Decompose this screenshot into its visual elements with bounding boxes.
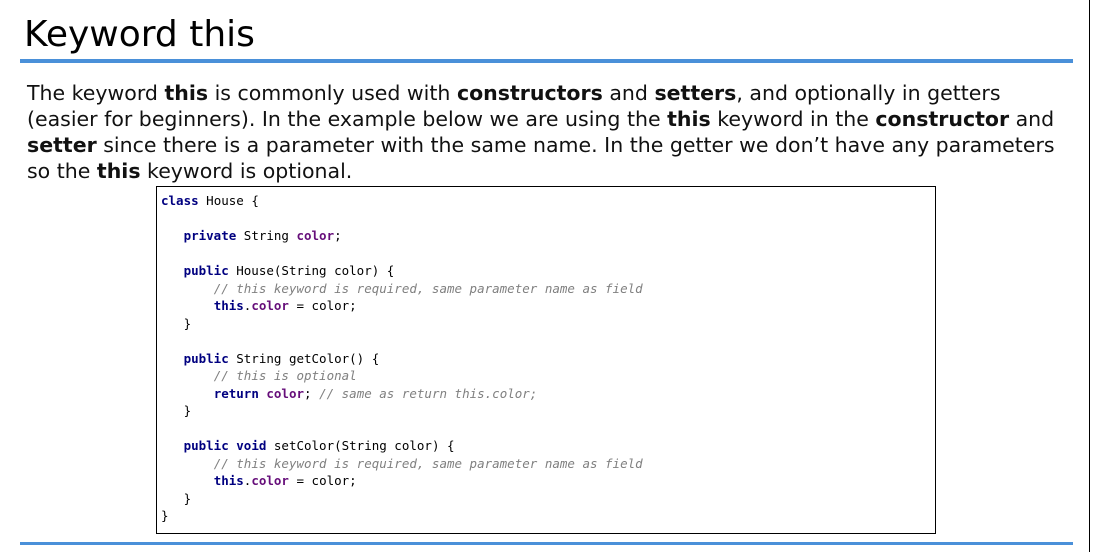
code-text: } [161,508,169,523]
text-segment: and [602,81,655,105]
title-divider [20,59,1073,63]
slide-title: Keyword this [24,14,255,55]
code-comment: // this keyword is required, same parame… [213,455,643,471]
code-text: House { [198,193,259,208]
text-segment: is commonly used with [208,81,457,105]
bold-setters: setters [654,81,737,105]
code-text: } [183,315,192,331]
text-segment: The keyword [27,81,165,105]
code-keyword: public [183,438,229,453]
code-keyword: this [213,298,244,313]
code-comment: // same as return this.color; [319,385,538,401]
code-text: ; [334,228,342,243]
code-text: = color; [288,298,357,313]
code-listing: class House { private String color; publ… [161,192,643,525]
code-keyword: public [183,350,229,366]
code-keyword: private [183,228,237,243]
text-segment: keyword in the [710,107,876,131]
text-segment: and [1009,107,1055,131]
code-text: String [236,228,297,243]
bold-this: this [667,107,711,131]
code-text: String getColor() { [228,350,380,366]
code-field: color [251,298,289,313]
code-keyword: public [183,263,229,278]
bold-constructors: constructors [456,81,603,105]
footer-divider [20,542,1073,545]
description-paragraph: The keyword this is commonly used with c… [27,80,1077,184]
code-comment: // this keyword is required, same parame… [213,280,643,296]
code-block: class House { private String color; publ… [156,186,936,534]
code-text: House(String color) { [228,263,395,278]
code-text: } [183,490,192,506]
code-keyword: return [213,385,259,401]
slide: Keyword this The keyword this is commonl… [0,0,1104,552]
code-keyword: this [213,473,244,488]
code-field: color [266,385,305,401]
code-text: ; [304,385,320,401]
code-text: setColor(String color) { [266,438,455,453]
bold-constructor: constructor [875,107,1010,131]
code-comment: // this is optional [213,368,357,383]
code-field: color [251,473,289,488]
slide-edge-line [1089,0,1090,552]
bold-this: this [96,159,141,183]
bold-this: this [164,81,209,105]
code-keyword: void [236,438,267,453]
code-text: = color; [288,473,357,488]
code-field: color [296,228,335,243]
text-segment: keyword is optional. [140,159,353,183]
code-keyword: class [161,193,199,208]
bold-setter: setter [27,133,97,157]
code-text: } [183,403,192,418]
